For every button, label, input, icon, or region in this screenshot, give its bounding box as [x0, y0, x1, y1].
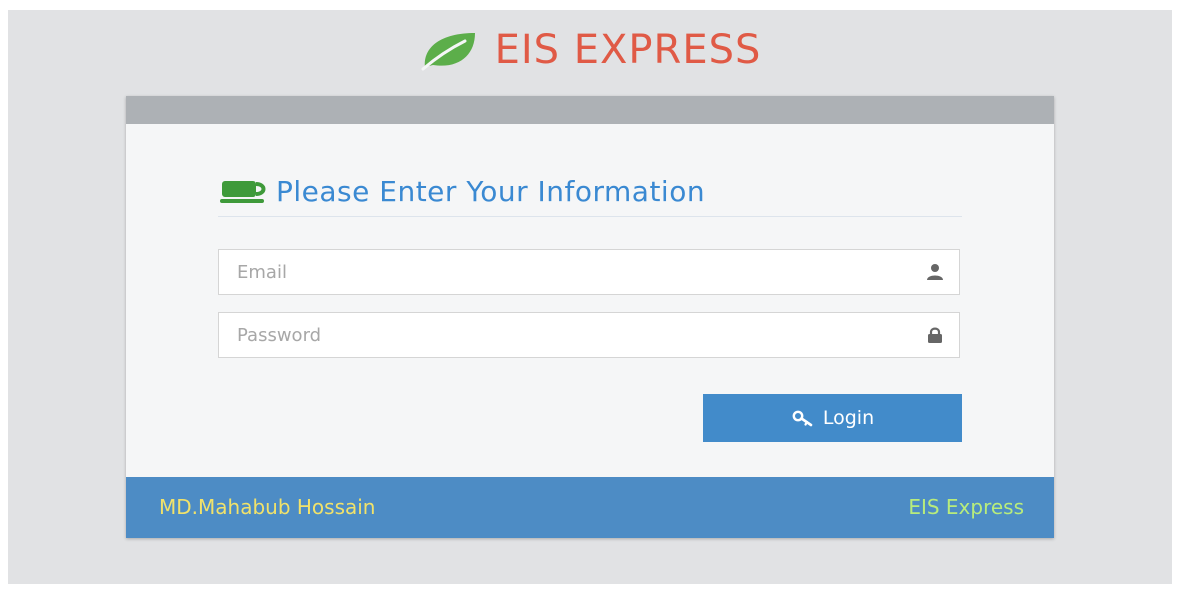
- brand-header: EIS EXPRESS: [0, 22, 1180, 78]
- email-input-group: [218, 249, 960, 295]
- card-footer: MD.Mahabub Hossain EIS Express: [126, 477, 1054, 538]
- lock-icon: [925, 325, 945, 345]
- card-top-bar: [126, 96, 1054, 124]
- email-input[interactable]: [219, 250, 909, 294]
- footer-author: MD.Mahabub Hossain: [159, 495, 376, 519]
- form-heading-text: Please Enter Your Information: [276, 175, 706, 208]
- login-card: Please Enter Your Information Email Logi…: [126, 96, 1054, 538]
- key-icon: [791, 408, 815, 428]
- login-button-label: Login: [822, 407, 875, 429]
- form-heading: Please Enter Your Information: [218, 168, 962, 217]
- password-input[interactable]: [219, 313, 909, 357]
- leaf-icon: [419, 28, 479, 72]
- password-input-group: [218, 312, 960, 358]
- brand-title: EIS EXPRESS: [494, 27, 762, 73]
- login-button[interactable]: Login: [703, 394, 962, 442]
- coffee-cup-icon: [218, 172, 276, 212]
- footer-app-name: EIS Express: [908, 495, 1024, 519]
- user-icon: [925, 262, 945, 282]
